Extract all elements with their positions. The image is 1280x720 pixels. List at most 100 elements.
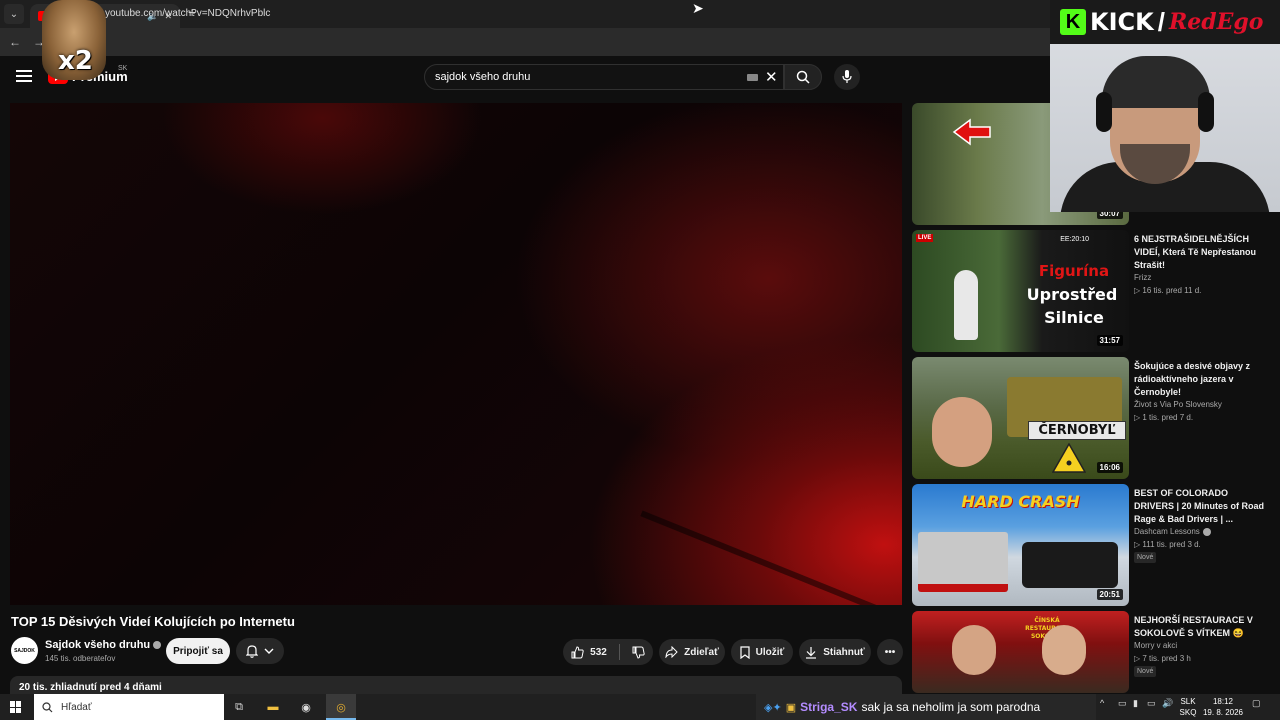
thumbs-down-icon[interactable] — [632, 646, 645, 659]
bell-icon — [246, 644, 258, 658]
video-duration: 16:06 — [1096, 462, 1123, 473]
share-button[interactable]: Zdieľať — [659, 639, 725, 665]
system-clock[interactable]: 18:12 19. 8. 2026 — [1200, 696, 1246, 718]
thumb-caption-line-1: Figurína — [1038, 262, 1110, 280]
new-badge: Nové — [1134, 666, 1157, 677]
recommendation-channel-row[interactable]: Dashcam Lessons — [1134, 527, 1211, 536]
thumbs-up-icon[interactable] — [571, 645, 584, 659]
like-divider — [618, 644, 620, 660]
description-box[interactable]: 20 tis. zhliadnutí pred 4 dňami — [10, 676, 902, 696]
share-icon — [665, 646, 678, 658]
recommendation-title[interactable]: 6 NEJSTRAŠIDELNĚJŠÍCH VIDEÍ, Která Tě Ne… — [1134, 233, 1266, 272]
person-face-right — [1042, 625, 1086, 675]
recommendation-item[interactable]: HARD CRASH 20:51 BEST OF COLORADO DRIVER… — [912, 484, 1272, 606]
monitor-icon[interactable]: ▭ — [1147, 698, 1156, 709]
input-language[interactable]: SLK SKQ — [1176, 696, 1200, 718]
channel-avatar[interactable]: SAJDOK — [11, 637, 38, 664]
recommendation-meta: ▷ 7 tis. pred 3 h — [1134, 654, 1191, 663]
language-code: SLK — [1180, 697, 1196, 706]
subscriber-count: 145 tis. odberateľov — [45, 654, 116, 663]
file-explorer-icon[interactable]: ▬ — [264, 698, 282, 716]
recommendation-thumbnail[interactable]: ČÍNSKÁ RESTAURACE SOKOLOV — [912, 611, 1129, 693]
search-input[interactable]: sajdok všeho druhu ✕ — [424, 64, 784, 90]
thumb-caption-line-3: Silnice — [1044, 308, 1104, 327]
keyboard-icon[interactable] — [747, 74, 758, 81]
video-player[interactable] — [10, 103, 902, 605]
back-arrow-icon[interactable]: ← — [6, 35, 24, 49]
join-button[interactable]: Pripojiť sa — [166, 638, 230, 664]
thumb-caption-line-2: Uprostřed — [1026, 285, 1118, 304]
verified-icon — [1202, 527, 1211, 536]
url-field[interactable]: youtube.com/watch?v=NDQNrhvPblc — [105, 8, 270, 19]
network-icon[interactable]: ▭ — [1118, 698, 1127, 709]
kick-logo-icon: K — [1060, 9, 1086, 35]
video-duration: 31:57 — [1096, 335, 1123, 346]
bookmark-icon — [740, 645, 750, 659]
recommendation-thumbnail[interactable]: ČERNOBYĽ 16:06 — [912, 357, 1129, 479]
like-count[interactable]: 532 — [590, 647, 607, 658]
recommendation-title[interactable]: Šokujúce a desivé objavy z rádioaktívneh… — [1134, 360, 1266, 399]
search-icon — [42, 701, 53, 712]
taskbar-search-placeholder: Hľadať — [61, 701, 92, 713]
recommendation-item[interactable]: LIVE EE:20:10 Figurína Uprostřed Silnice… — [912, 230, 1272, 352]
thumb-caption: HARD CRASH — [961, 492, 1080, 511]
more-dots-icon: ••• — [884, 646, 896, 658]
menu-icon[interactable] — [16, 70, 32, 82]
recommendation-channel[interactable]: Život s Via Po Slovensky — [1134, 400, 1222, 409]
chat-message-text: sak ja sa neholim ja som parodna — [861, 700, 1041, 714]
recommendation-thumbnail[interactable]: HARD CRASH 20:51 — [912, 484, 1129, 606]
radiation-icon — [1052, 443, 1086, 473]
channel-name-row[interactable]: Sajdok všeho druhu — [45, 639, 162, 651]
tab-search-icon[interactable]: ⌄ — [4, 4, 24, 24]
face-shape — [932, 397, 992, 467]
voice-search-button[interactable] — [834, 64, 860, 90]
chat-badge-sub-icon: ▣ — [785, 701, 797, 714]
clear-search-icon[interactable]: ✕ — [765, 68, 778, 86]
verified-icon — [153, 641, 162, 650]
windows-start-icon[interactable] — [10, 701, 22, 713]
chat-badge-icons: ◈✦ — [764, 701, 782, 714]
recommendation-title[interactable]: BEST OF COLORADO DRIVERS | 20 Minutes of… — [1134, 487, 1266, 526]
timecode: EE:20:10 — [1060, 236, 1089, 243]
stream-chat-message: ◈✦ ▣ Striga_SK sak ja sa neholim ja som … — [756, 694, 1096, 720]
streamer-name: RedEgo — [1168, 9, 1264, 35]
person-face-left — [952, 625, 996, 675]
notification-icon[interactable]: ▢ — [1252, 698, 1261, 709]
figure-silhouette — [954, 270, 978, 340]
recommendation-thumbnail[interactable]: LIVE EE:20:10 Figurína Uprostřed Silnice… — [912, 230, 1129, 352]
download-icon — [806, 646, 817, 659]
tray-chevron-icon[interactable]: ^ — [1100, 698, 1104, 708]
taskbar-search-input[interactable]: Hľadať — [34, 694, 224, 720]
task-view-icon[interactable]: ⧉ — [230, 698, 248, 716]
streamer-webcam — [1050, 44, 1280, 212]
keyboard-layout: SKQ — [1179, 708, 1197, 717]
country-code: SK — [118, 65, 128, 72]
fire-truck-shape — [918, 532, 1008, 592]
microphone-tray-icon[interactable]: ▮ — [1133, 698, 1138, 709]
youtube-header: Premium SK sajdok všeho druhu ✕ — [0, 56, 1050, 100]
recommendation-meta: ▷ 16 tis. pred 11 d. — [1134, 286, 1202, 295]
clock-time: 18:12 — [1212, 697, 1234, 706]
microphone-icon — [842, 70, 852, 83]
more-actions-button[interactable]: ••• — [877, 639, 903, 665]
search-query: sajdok všeho druhu — [435, 71, 531, 83]
download-button[interactable]: Stiahnuť — [799, 639, 871, 665]
recommendation-item[interactable]: ČÍNSKÁ RESTAURACE SOKOLOV NEJHORŠÍ RESTA… — [912, 611, 1272, 693]
recommendation-channel[interactable]: Dashcam Lessons — [1134, 527, 1200, 536]
notification-bell-button[interactable] — [236, 638, 284, 664]
recommendation-item[interactable]: ČERNOBYĽ 16:06 Šokujúce a desivé objavy … — [912, 357, 1272, 479]
search-button[interactable] — [784, 64, 822, 90]
chevron-down-icon — [264, 648, 274, 654]
share-label: Zdieľať — [684, 646, 719, 658]
video-title: TOP 15 Děsivých Videí Kolujících po Inte… — [11, 614, 295, 629]
save-label: Uložiť — [755, 646, 785, 658]
live-badge: LIVE — [916, 234, 934, 242]
channel-name[interactable]: Sajdok všeho druhu — [45, 639, 150, 651]
obs-icon[interactable]: ◉ — [297, 698, 315, 716]
recommendation-title[interactable]: NEJHORŠÍ RESTAURACE V SOKOLOVĚ S VÍTKEM … — [1134, 614, 1266, 640]
volume-icon[interactable]: 🔊 — [1162, 698, 1173, 709]
recommendation-channel[interactable]: Frizz — [1134, 273, 1151, 282]
jeep-shape — [1022, 542, 1118, 588]
recommendation-channel[interactable]: Morry v akci — [1134, 641, 1177, 650]
save-button[interactable]: Uložiť — [731, 639, 793, 665]
